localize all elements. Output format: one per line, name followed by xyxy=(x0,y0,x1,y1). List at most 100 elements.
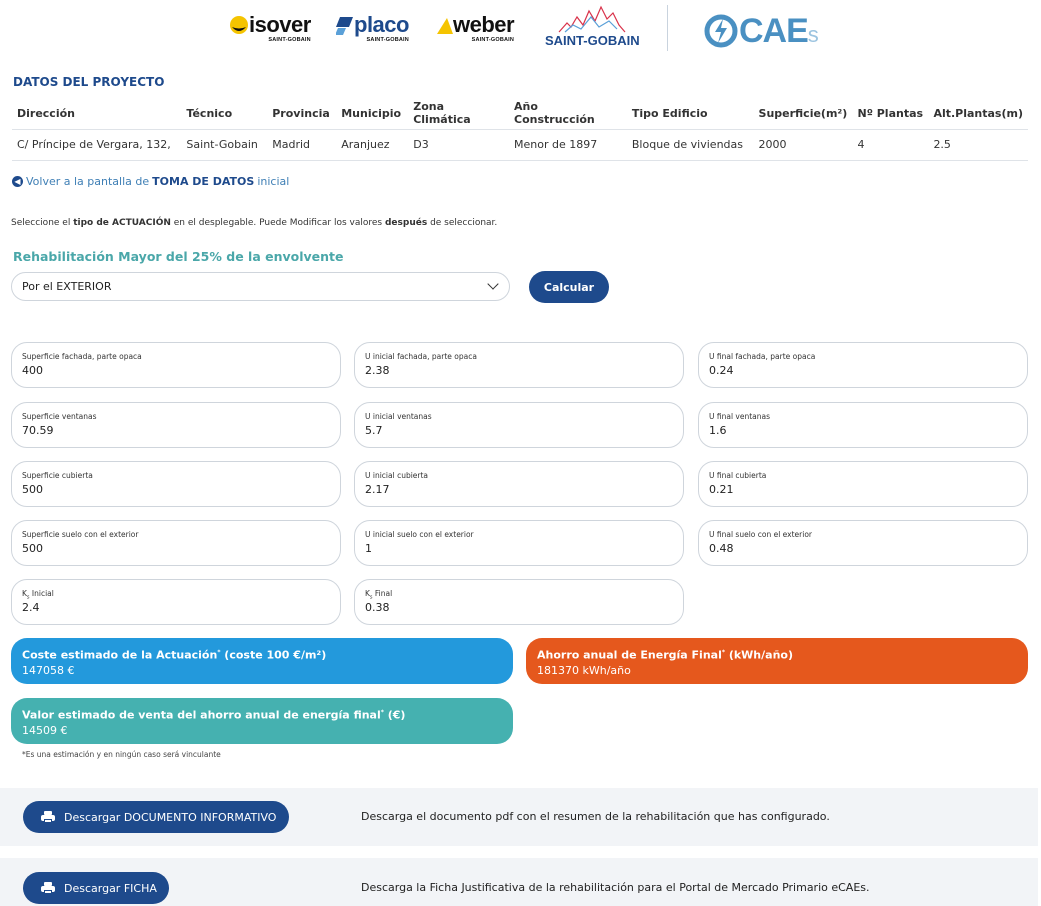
back-link-suffix: inicial xyxy=(257,175,290,188)
disclaimer-text: *Es una estimación y en ningún caso será… xyxy=(22,750,221,759)
instr-bold: tipo de ACTUACIÓN xyxy=(73,218,171,228)
back-link-bold: TOMA DE DATOS xyxy=(152,175,255,188)
saint-gobain-logo: SAINT-GOBAIN xyxy=(545,5,640,48)
caes-bolt-icon xyxy=(704,14,738,48)
col-superficie: Superficie(m²) xyxy=(758,106,848,120)
result-label-suffix: (€) xyxy=(383,708,406,722)
field-label: U final fachada, parte opaca xyxy=(709,352,816,361)
field-superficie-cubierta[interactable]: Superficie cubierta 500 xyxy=(11,461,341,507)
result-label-main: Valor estimado de venta del ahorro anual… xyxy=(22,708,381,722)
cell-municipio: Aranjuez xyxy=(336,128,409,161)
col-n-plantas: Nº Plantas xyxy=(857,106,924,120)
result-label-main: Coste estimado de la Actuación xyxy=(22,648,218,662)
table-row: C/ Príncipe de Vergara, 132, Saint-Gobai… xyxy=(12,128,1028,161)
field-label: Ks Inicial xyxy=(22,589,340,601)
field-u-final-cubierta[interactable]: U final cubierta 0.21 xyxy=(698,461,1028,507)
field-value: 70.59 xyxy=(22,424,54,437)
field-label: Superficie suelo con el exterior xyxy=(22,530,139,539)
project-section-title: DATOS DEL PROYECTO xyxy=(13,75,165,89)
weber-logo-sub: SAINT-GOBAIN xyxy=(471,37,515,43)
cell-direccion: C/ Príncipe de Vergara, 132, xyxy=(12,128,182,161)
result-label: Coste estimado de la Actuación* (coste 1… xyxy=(22,646,513,663)
isover-logo-text: isover xyxy=(249,12,311,37)
field-value: 0.48 xyxy=(709,542,734,555)
result-valor-venta: Valor estimado de venta del ahorro anual… xyxy=(11,698,513,744)
field-u-inicial-cubierta[interactable]: U inicial cubierta 2.17 xyxy=(354,461,684,507)
result-coste-estimado: Coste estimado de la Actuación* (coste 1… xyxy=(11,638,513,684)
col-tecnico: Técnico xyxy=(186,106,233,120)
field-u-inicial-fachada[interactable]: U inicial fachada, parte opaca 2.38 xyxy=(354,342,684,388)
field-label: U inicial fachada, parte opaca xyxy=(365,352,477,361)
field-superficie-fachada[interactable]: Superficie fachada, parte opaca 400 xyxy=(11,342,341,388)
result-value: 147058 € xyxy=(22,663,75,677)
col-tipo-edificio: Tipo Edificio xyxy=(631,106,708,120)
field-value: 400 xyxy=(22,364,43,377)
result-value: 14509 € xyxy=(22,723,68,737)
field-label: U final ventanas xyxy=(709,412,771,421)
download-ficha-button[interactable]: Descargar FICHA xyxy=(23,872,169,904)
isover-sun-icon xyxy=(230,16,248,34)
result-label: Ahorro anual de Energía Final* (kWh/año) xyxy=(537,646,1028,663)
download-document-button[interactable]: Descargar DOCUMENTO INFORMATIVO xyxy=(23,801,289,833)
placo-logo: placo SAINT-GOBAIN xyxy=(336,13,409,43)
caes-logo-text: CAE xyxy=(739,12,809,50)
field-u-final-ventanas[interactable]: U final ventanas 1.6 xyxy=(698,402,1028,448)
download-document-label: Descargar DOCUMENTO INFORMATIVO xyxy=(64,810,277,824)
cell-provincia: Madrid xyxy=(267,128,337,161)
isover-logo-sub: SAINT-GOBAIN xyxy=(268,37,311,43)
back-to-data-entry-link[interactable]: ◀ Volver a la pantalla de TOMA DE DATOS … xyxy=(12,175,289,188)
caes-logo: CAE s xyxy=(703,8,819,54)
field-u-final-suelo[interactable]: U final suelo con el exterior 0.48 xyxy=(698,520,1028,566)
printer-icon xyxy=(41,811,55,823)
instr-part: en el desplegable. Puede Modificar los v… xyxy=(173,218,383,228)
field-value: 1.6 xyxy=(709,424,727,437)
col-municipio: Municipio xyxy=(341,106,402,120)
result-label-main: Ahorro anual de Energía Final xyxy=(537,648,722,662)
field-value: 0.24 xyxy=(709,364,734,377)
weber-mark-icon xyxy=(437,18,453,34)
field-u-inicial-ventanas[interactable]: U inicial ventanas 5.7 xyxy=(354,402,684,448)
field-ks-final[interactable]: Ks Final 0.38 xyxy=(354,579,684,625)
result-label: Valor estimado de venta del ahorro anual… xyxy=(22,706,513,723)
label-rest: Final xyxy=(372,589,393,598)
result-label-suffix: (kWh/año) xyxy=(725,648,793,662)
cell-zona-climatica: D3 xyxy=(408,128,510,161)
download-ficha-label: Descargar FICHA xyxy=(64,881,157,895)
col-provincia: Provincia xyxy=(272,106,330,120)
field-u-inicial-suelo[interactable]: U inicial suelo con el exterior 1 xyxy=(354,520,684,566)
field-label: Ks Final xyxy=(365,589,683,601)
field-ks-inicial[interactable]: Ks Inicial 2.4 xyxy=(11,579,341,625)
weber-logo-text: weber xyxy=(453,12,515,37)
result-label-suffix: (coste 100 €/m²) xyxy=(220,648,327,662)
placo-logo-sub: SAINT-GOBAIN xyxy=(366,37,409,43)
field-u-final-fachada[interactable]: U final fachada, parte opaca 0.24 xyxy=(698,342,1028,388)
result-ahorro-anual: Ahorro anual de Energía Final* (kWh/año)… xyxy=(526,638,1028,684)
actuation-subtitle: Rehabilitación Mayor del 25% de la envol… xyxy=(13,249,344,264)
cell-n-plantas: 4 xyxy=(852,128,929,161)
field-label: Superficie cubierta xyxy=(22,471,93,480)
field-value: 1 xyxy=(365,542,372,555)
field-value: 2.4 xyxy=(22,601,40,614)
field-superficie-suelo[interactable]: Superficie suelo con el exterior 500 xyxy=(11,520,341,566)
saint-gobain-skyline-icon xyxy=(558,5,626,33)
result-value: 181370 kWh/año xyxy=(537,663,631,677)
field-label: Superficie fachada, parte opaca xyxy=(22,352,142,361)
field-label: U inicial suelo con el exterior xyxy=(365,530,474,539)
placo-logo-text: placo xyxy=(354,12,409,37)
cell-superficie: 2000 xyxy=(753,128,853,161)
col-alt-plantas: Alt.Plantas(m) xyxy=(933,106,1023,120)
field-label: U final suelo con el exterior xyxy=(709,530,812,539)
actuation-type-select[interactable]: Por el EXTERIOR xyxy=(11,272,510,301)
instr-part: Seleccione el xyxy=(11,218,71,228)
field-value: 0.21 xyxy=(709,483,734,496)
field-superficie-ventanas[interactable]: Superficie ventanas 70.59 xyxy=(11,402,341,448)
cell-tecnico: Saint-Gobain xyxy=(181,128,268,161)
partner-logos: isover SAINT-GOBAIN placo SAINT-GOBAIN w… xyxy=(0,0,1041,60)
col-direccion: Dirección xyxy=(17,106,75,120)
field-value: 500 xyxy=(22,542,43,555)
field-value: 2.38 xyxy=(365,364,390,377)
logo-divider xyxy=(667,5,668,51)
printer-icon xyxy=(41,882,55,894)
col-zona-climatica: Zona Climática xyxy=(413,100,471,127)
calculate-button[interactable]: Calcular xyxy=(529,271,609,303)
